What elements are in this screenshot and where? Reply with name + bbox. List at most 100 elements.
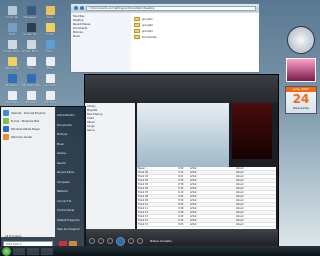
playlist-cell: Album	[236, 199, 244, 202]
folder-item[interactable]: Documents	[134, 34, 256, 40]
playlist-cell: Track 12	[138, 211, 149, 214]
back-icon[interactable]	[74, 6, 78, 10]
now-playing-label: Nobuo Uematsu	[150, 239, 173, 243]
desktop-icon[interactable]: Windows...	[3, 74, 21, 87]
start-menu-place[interactable]: Default Programs	[57, 216, 83, 226]
desktop-icon[interactable]: Files	[22, 57, 40, 70]
desktop-icon[interactable]: Windows	[22, 91, 40, 104]
desktop-icon[interactable]: Windows Vista...	[22, 74, 40, 87]
folder-icon	[134, 17, 140, 21]
playlist-cell: 4:10	[178, 191, 184, 194]
taskbar-button[interactable]	[41, 247, 53, 255]
library-item[interactable]: Genre	[87, 129, 133, 133]
forward-icon[interactable]	[80, 6, 84, 10]
playlist-cell	[225, 211, 235, 214]
start-menu-place[interactable]: Network	[57, 187, 83, 197]
start-orb-icon[interactable]	[2, 246, 11, 256]
playlist-cell: Album	[236, 219, 244, 222]
all-programs-link[interactable]: All Programs	[5, 235, 21, 238]
folder-icon	[134, 23, 140, 27]
playlist-cell	[225, 191, 235, 194]
playlist-cell: Artist	[190, 207, 197, 210]
playlist-cell: Artist	[190, 223, 197, 226]
start-menu-places: Administrator Documents Pictures Music Games…	[55, 107, 85, 237]
desktop-icon[interactable]: New Folder	[3, 57, 21, 70]
start-menu-place[interactable]: Documents	[57, 121, 83, 131]
desktop-icon-glyph	[45, 40, 55, 49]
start-menu-place[interactable]: Games	[57, 149, 83, 159]
start-menu-place[interactable]: Pictures	[57, 130, 83, 140]
playlist-cell: Track 04	[138, 179, 149, 182]
playlist-cell: Artist	[190, 167, 197, 170]
address-field[interactable]: C:\Documents and Settings\Administrator\…	[86, 5, 256, 11]
desktop-icon[interactable]: Tools	[41, 6, 59, 19]
desktop-icon-label: Music	[46, 50, 54, 53]
desktop-icon-label: Windows	[6, 101, 18, 104]
desktop-icon[interactable]: Windows	[3, 91, 21, 104]
desktop-icon-glyph	[45, 23, 55, 32]
desktop-icon-glyph	[26, 57, 36, 66]
playlist-cell: Album	[236, 215, 244, 218]
calendar-gadget[interactable]: June, 2007 24 Wednesday	[285, 86, 317, 114]
slideshow-gadget[interactable]	[286, 58, 316, 82]
folder-icon	[134, 35, 140, 39]
start-menu-place[interactable]: Search	[57, 159, 83, 169]
start-menu-place[interactable]: Music	[57, 140, 83, 150]
desktop-icon-label: Tools	[8, 33, 16, 36]
playlist-cell: Track 06	[138, 187, 149, 190]
desktop-icon[interactable]: Files	[41, 57, 59, 70]
desktop-icon[interactable]: windows	[41, 74, 59, 87]
taskbar	[0, 246, 320, 256]
desktop-icon[interactable]: Folder	[41, 23, 59, 36]
playlist-cell: 3:40	[178, 211, 184, 214]
previous-icon[interactable]	[107, 238, 113, 244]
nav-item[interactable]: Music	[73, 35, 129, 39]
player-toolbar	[85, 75, 278, 103]
start-menu-place[interactable]: Computer	[57, 178, 83, 188]
desktop-icon[interactable]: Screen Shot...	[22, 40, 40, 53]
next-icon[interactable]	[128, 238, 134, 244]
desktop-icon[interactable]: Windows	[41, 91, 59, 104]
shuffle-icon[interactable]	[89, 238, 95, 244]
start-menu-item[interactable]: Windows Media Player	[3, 125, 53, 133]
desktop-icon[interactable]: Computer	[3, 6, 21, 19]
start-menu-place[interactable]: Connect To	[57, 197, 83, 207]
volume-icon[interactable]	[137, 238, 143, 244]
desktop-icon[interactable]: Wallpaper...	[22, 6, 40, 19]
start-menu-place[interactable]: Help and Support	[57, 225, 83, 235]
start-menu-place[interactable]: Recent Items	[57, 168, 83, 178]
start-menu-place[interactable]: Control Panel	[57, 206, 83, 216]
taskbar-button[interactable]	[27, 247, 39, 255]
playlist-cell: Artist	[190, 171, 197, 174]
explorer-nav-pane: Favorites Desktop Recent Places Document…	[71, 13, 131, 72]
start-menu-item[interactable]: Welcome Center	[3, 133, 53, 141]
desktop-icon[interactable]: Screen Shot...	[3, 40, 21, 53]
playlist-cell	[225, 199, 235, 202]
playlist-cell	[225, 187, 235, 190]
clock-gadget[interactable]	[287, 26, 315, 54]
start-menu-item[interactable]: E-mail · Windows Mail	[3, 117, 53, 125]
playlist-cell	[225, 195, 235, 198]
start-menu-item[interactable]: Internet · Internet Explorer	[3, 109, 53, 117]
desktop-icon[interactable]: Tools	[3, 23, 21, 36]
desktop-icon-label: Windows	[25, 101, 37, 104]
stop-icon[interactable]	[98, 238, 104, 244]
media-player-window[interactable]: Library Playlists Now Playing Artist Alb…	[84, 74, 279, 254]
taskbar-button[interactable]	[13, 247, 25, 255]
explorer-window[interactable]: C:\Documents and Settings\Administrator\…	[70, 3, 260, 73]
playlist-cell: 3:12	[178, 171, 184, 174]
playlist-row[interactable]: Track 15 3:05 Artist Album	[137, 223, 276, 227]
playlist-cell: Album	[236, 203, 244, 206]
playlist-cell: Artist	[190, 183, 197, 186]
playlist-cell: Album	[236, 207, 244, 210]
desktop-icon-label: Files	[28, 67, 34, 70]
start-menu-place[interactable]: Administrator	[57, 111, 83, 121]
desktop-icon-glyph	[26, 91, 36, 100]
playlist-cell	[225, 219, 235, 222]
play-button[interactable]	[116, 236, 125, 246]
desktop-icon-label: Folder	[45, 33, 54, 36]
desktop-icon[interactable]: Music	[41, 40, 59, 53]
start-menu-item-label: Windows Media Player	[11, 127, 41, 131]
playlist-cell: Artist	[190, 199, 197, 202]
desktop-icon[interactable]: Screen Sh...	[22, 23, 40, 36]
